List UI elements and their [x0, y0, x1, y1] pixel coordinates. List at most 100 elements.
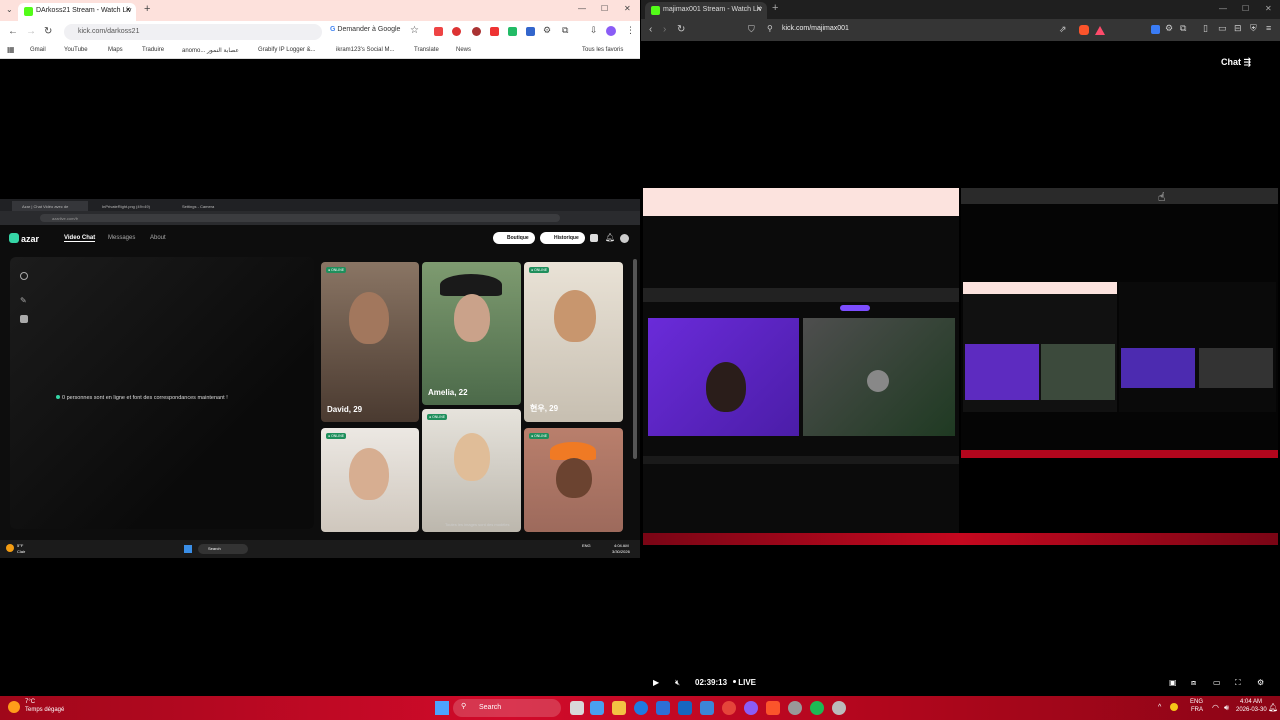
inner-windows-start-icon[interactable] [184, 545, 192, 553]
mute-icon[interactable]: 🔇︎ [675, 678, 680, 688]
profile-card-6[interactable]: ● ONLINE [524, 428, 623, 532]
windows-start-icon[interactable] [435, 701, 449, 715]
extension-ublock-icon[interactable] [452, 27, 461, 36]
share-icon[interactable]: ⇗ [1059, 24, 1067, 35]
fullscreen-icon[interactable]: ⛶ [1235, 678, 1241, 688]
bookmark-translate[interactable]: Translate [414, 47, 439, 53]
wifi-icon[interactable]: ◠ [1212, 703, 1219, 712]
sidebar-toggle-icon[interactable]: ▯ [1203, 23, 1208, 34]
azar-tab-3[interactable]: Settings - Camera [172, 201, 248, 211]
right-url[interactable]: kick.com/majimax001 [782, 25, 849, 32]
extension-green-icon[interactable] [508, 27, 517, 36]
bookmark-ikram[interactable]: ikram123's Social M... [336, 47, 395, 53]
volume-icon[interactable]: 🔊︎ [1224, 703, 1229, 713]
bookmark-youtube[interactable]: YouTube [64, 47, 88, 53]
back-icon[interactable]: ← [8, 26, 18, 37]
profile-card-amelia[interactable]: Amelia, 22 [422, 262, 521, 405]
extension-gear-icon[interactable]: ⚙ [1165, 23, 1173, 34]
bookmark-news[interactable]: News [456, 47, 471, 53]
play-icon[interactable]: ▶ [653, 678, 659, 687]
settings-icon[interactable] [832, 701, 846, 715]
store-icon[interactable] [656, 701, 670, 715]
extension-red-icon[interactable] [472, 27, 481, 36]
bookmark-star-icon[interactable]: ☆ [410, 25, 419, 36]
extensions-puzzle-icon[interactable]: ⧉ [562, 25, 568, 36]
menu-icon[interactable]: ≡ [1266, 23, 1271, 33]
inner-search-box[interactable]: Search [198, 544, 248, 554]
bookmark-icon[interactable]: ⛉ [748, 24, 755, 35]
copilot-icon[interactable] [590, 701, 604, 715]
maximize-icon[interactable]: ☐ [601, 4, 608, 13]
tray-app-icon[interactable] [1170, 703, 1178, 711]
bookmark-gmail[interactable]: Gmail [30, 47, 46, 53]
minimize-icon[interactable]: — [1219, 4, 1227, 13]
chrome-icon[interactable] [722, 701, 736, 715]
nav-video-chat[interactable]: Video Chat [64, 235, 96, 242]
menu-kebab-icon[interactable]: ⋮ [626, 25, 635, 36]
historique-button[interactable]: Historique [540, 232, 585, 244]
tray-chevron-icon[interactable]: ^ [1158, 704, 1161, 711]
close-window-icon[interactable]: ✕ [624, 4, 631, 13]
profile-card-hyunwoo[interactable]: ● ONLINE 현우, 29 [524, 262, 623, 422]
obs-icon[interactable] [788, 701, 802, 715]
extension-blue-icon[interactable] [1151, 25, 1160, 34]
magic-wand-icon[interactable]: ✎ [20, 296, 28, 305]
docs-icon[interactable] [700, 701, 714, 715]
profile-card-david[interactable]: ● ONLINE David, 29 [321, 262, 419, 422]
shield-icon[interactable]: ⛨ [1250, 23, 1257, 34]
azar-scrollbar[interactable] [633, 259, 637, 459]
filter-icon[interactable] [20, 315, 28, 323]
new-tab-icon[interactable]: + [772, 2, 778, 14]
wide-mode-icon[interactable]: ▭ [1213, 678, 1221, 687]
extension-blue-icon[interactable] [526, 27, 535, 36]
download-icon[interactable]: ⇩ [590, 25, 598, 36]
bell-icon[interactable]: 🔔︎ [605, 233, 615, 242]
nav-messages[interactable]: Messages [108, 235, 135, 241]
clock-date[interactable]: 2026-03-30 [1236, 707, 1267, 713]
bookmark-traduire[interactable]: Traduire [142, 47, 164, 53]
brave-icon[interactable] [766, 701, 780, 715]
wallet-icon[interactable]: ▭ [1218, 23, 1227, 34]
nav-about[interactable]: About [150, 235, 166, 241]
azar-tab-1[interactable]: Azar | Chat Vidéo avec de [12, 201, 88, 211]
azar-logo[interactable]: azar [9, 233, 39, 244]
reload-icon[interactable]: ↻ [677, 24, 685, 35]
file-explorer-icon[interactable] [612, 701, 626, 715]
bookmark-anomo[interactable]: anomo... عصابة النمور [182, 47, 239, 54]
extension-gear-icon[interactable]: ⚙ [543, 25, 551, 36]
brave-rewards-icon[interactable] [1095, 26, 1105, 35]
settings-gear-icon[interactable]: ⚙ [1257, 678, 1264, 687]
taskbar-search-box[interactable]: ⚲ Search [453, 699, 561, 717]
all-favorites-folder[interactable]: Tous les favoris [582, 47, 623, 53]
spotify-icon[interactable] [810, 701, 824, 715]
reload-icon[interactable]: ↻ [44, 26, 52, 37]
azar-tab-2[interactable]: InPrivateRight.png (49×49) [92, 201, 168, 211]
mail-icon[interactable] [678, 701, 692, 715]
vpn-icon[interactable]: ⊟ [1234, 23, 1242, 34]
pip-icon[interactable]: ⧈ [1191, 678, 1196, 688]
left-active-tab[interactable]: DArkoss21 Stream - Watch Liv ✕ [18, 3, 136, 21]
extension-m-icon[interactable] [434, 27, 443, 36]
extension-box-icon[interactable]: ⧉ [1180, 23, 1186, 34]
chat-toggle-button[interactable]: Chat ⇶ [1221, 57, 1251, 68]
new-tab-icon[interactable]: + [144, 3, 150, 15]
profile-card-5[interactable]: ● ONLINE [422, 409, 521, 532]
inbox-icon[interactable] [590, 234, 598, 242]
bookmark-maps[interactable]: Maps [108, 47, 123, 53]
close-tab-icon[interactable]: ✕ [125, 6, 131, 14]
back-icon[interactable]: ‹ [649, 24, 652, 35]
right-active-tab[interactable]: majimax001 Stream - Watch Liv ✕ [645, 2, 767, 19]
profile-avatar[interactable] [606, 26, 616, 36]
task-view-icon[interactable] [570, 701, 584, 715]
apps-grid-icon[interactable]: ▦ [7, 45, 15, 54]
extension-record-icon[interactable] [490, 27, 499, 36]
tab-search-icon[interactable]: ⌄ [6, 5, 13, 14]
theatre-mode-icon[interactable]: ▣ [1169, 678, 1177, 687]
input-language-top[interactable]: ENG [1190, 699, 1203, 705]
discord-icon[interactable] [744, 701, 758, 715]
profile-card-4[interactable]: ● ONLINE [321, 428, 419, 532]
site-settings-icon[interactable]: ⚲ [767, 24, 773, 33]
bookmark-grabify[interactable]: Grabify IP Logger &... [258, 47, 316, 53]
input-language-bottom[interactable]: FRA [1191, 707, 1203, 713]
forward-icon[interactable]: › [663, 24, 666, 35]
